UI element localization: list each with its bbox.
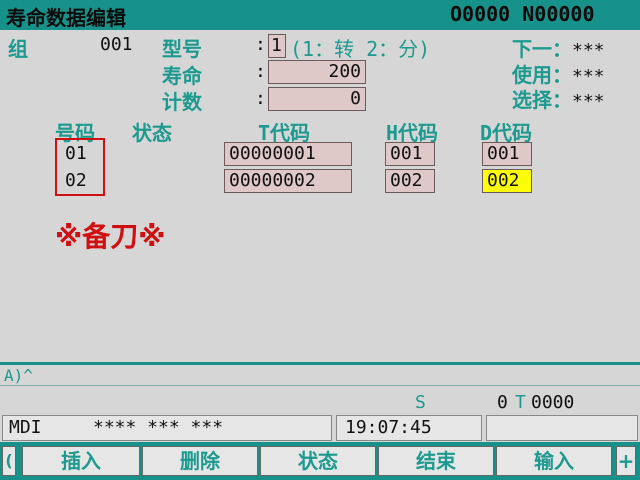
life-field[interactable]: 200 <box>268 60 366 84</box>
softkey-end-button[interactable]: 结束 <box>378 446 494 476</box>
row-1-d-code[interactable]: 001 <box>482 142 532 166</box>
type-label: 型号 <box>162 37 202 61</box>
status-next: 下一：*** <box>512 33 605 62</box>
spindle-s-value: 0 <box>497 392 508 413</box>
softkey-next-button[interactable]: + <box>616 446 636 476</box>
tool-t-label: T <box>515 392 526 413</box>
input-line[interactable]: A)^ <box>4 366 33 385</box>
row-1-h-code[interactable]: 001 <box>385 142 435 166</box>
tool-t-value: 0000 <box>531 392 575 413</box>
softkey-input-button[interactable]: 输入 <box>496 446 612 476</box>
row-1-t-code[interactable]: 00000001 <box>224 142 352 166</box>
status-select-value: *** <box>572 91 605 112</box>
life-label: 寿命 <box>162 64 202 88</box>
life-colon: : <box>255 61 266 82</box>
status-next-value: *** <box>572 40 605 61</box>
spare-tool-note: ※备刀※ <box>55 220 166 253</box>
input-divider-bottom <box>0 385 640 386</box>
group-label: 组 <box>8 37 28 61</box>
softkey-prev-button[interactable]: ( <box>2 446 16 476</box>
program-number: O0000 N00000 <box>450 2 595 26</box>
mode-flags: **** *** *** <box>93 417 224 438</box>
type-colon: : <box>255 34 266 55</box>
screen-title: 寿命数据编辑 <box>6 6 126 30</box>
count-field[interactable]: 0 <box>268 87 366 111</box>
row-1-number[interactable]: 01 <box>65 143 87 164</box>
mode-status-box: MDI **** *** *** <box>2 415 332 441</box>
row-2-d-code-cursor[interactable]: 002 <box>482 169 532 193</box>
softkey-delete-button[interactable]: 删除 <box>142 446 258 476</box>
type-hint: (1：转 2：分) <box>290 37 431 61</box>
count-colon: : <box>255 88 266 109</box>
status-select: 选择：*** <box>512 84 605 113</box>
clock-time: 19:07:45 <box>345 417 432 438</box>
row-2-h-code[interactable]: 002 <box>385 169 435 193</box>
type-field[interactable]: 1 <box>268 34 286 58</box>
clock-box: 19:07:45 <box>336 415 482 441</box>
count-label: 计数 <box>162 90 202 114</box>
group-value: 001 <box>100 34 133 55</box>
row-2-t-code[interactable]: 00000002 <box>224 169 352 193</box>
status-select-label: 选择： <box>512 88 572 112</box>
softkey-status-button[interactable]: 状态 <box>260 446 376 476</box>
mode-label: MDI <box>9 417 42 438</box>
status-next-label: 下一： <box>512 37 572 61</box>
status-empty-box <box>486 415 638 441</box>
spindle-s-label: S <box>415 392 426 413</box>
row-2-number[interactable]: 02 <box>65 170 87 191</box>
col-status-header: 状态 <box>132 121 172 145</box>
input-divider <box>0 362 640 365</box>
softkey-insert-button[interactable]: 插入 <box>22 446 140 476</box>
title-bar: 寿命数据编辑 O0000 N00000 <box>0 0 640 30</box>
